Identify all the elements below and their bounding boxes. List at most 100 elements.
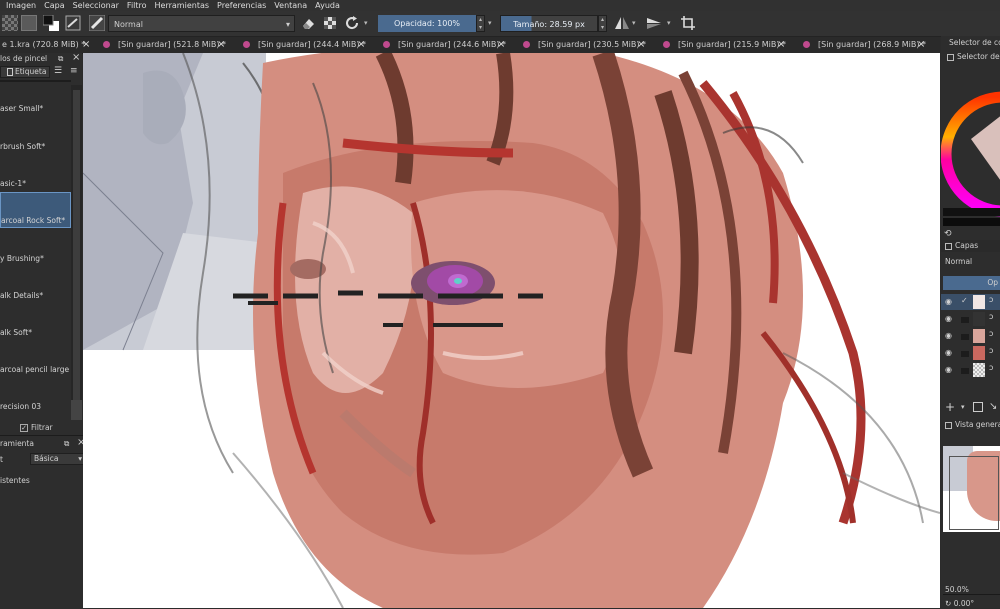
tab-document-1[interactable]: e 1.kra (720.8 MiB) * × bbox=[2, 37, 90, 53]
reset-color-icon[interactable]: ⟲ bbox=[944, 229, 952, 239]
chevron-down-icon[interactable]: ▾ bbox=[961, 403, 965, 411]
menu-ventana[interactable]: Ventana bbox=[274, 1, 307, 10]
mirror-horizontal-icon[interactable] bbox=[614, 15, 630, 31]
zoom-level[interactable]: 50.0% bbox=[945, 585, 969, 594]
brush-preset-item[interactable]: asic-1* bbox=[0, 154, 71, 190]
layer-row[interactable]: ◉ ↄ bbox=[941, 345, 1000, 361]
reload-preset-icon[interactable] bbox=[344, 15, 360, 31]
close-icon[interactable]: × bbox=[637, 37, 645, 53]
eye-icon[interactable]: ◉ bbox=[945, 331, 952, 340]
brush-preset-item[interactable]: y Brushing* bbox=[0, 229, 71, 265]
blend-mode-select[interactable]: Normal ▾ bbox=[108, 15, 295, 32]
menu-preferencias[interactable]: Preferencias bbox=[217, 1, 266, 10]
brush-preset-item[interactable]: alk Soft* bbox=[0, 303, 71, 339]
close-icon[interactable]: × bbox=[217, 37, 225, 53]
brush-preset-icon[interactable] bbox=[88, 14, 106, 32]
tag-icon bbox=[7, 68, 13, 76]
gradient-swatch-icon[interactable] bbox=[21, 15, 37, 31]
size-slider[interactable]: Tamaño: 28.59 px bbox=[500, 15, 598, 32]
menu-icon[interactable]: ≡ bbox=[70, 66, 78, 76]
close-icon[interactable]: × bbox=[82, 37, 90, 53]
add-layer-icon[interactable]: + bbox=[945, 400, 955, 414]
brush-preset-item[interactable]: alk Details* bbox=[0, 266, 71, 302]
size-spinner[interactable]: ▴ ▾ bbox=[598, 15, 607, 32]
tab-document-3[interactable]: [Sin guardar] (244.4 MiB) * × bbox=[243, 37, 366, 53]
layer-blend-mode[interactable]: Normal bbox=[945, 257, 972, 266]
move-layer-icon[interactable]: ↘ bbox=[989, 401, 997, 412]
layer-properties-icon[interactable]: ↄ bbox=[989, 312, 993, 321]
float-docker-icon[interactable]: ⧉ bbox=[64, 438, 69, 450]
eye-icon[interactable]: ◉ bbox=[945, 348, 952, 357]
layer-row[interactable]: ◉ ↄ bbox=[941, 362, 1000, 378]
brush-preset-item[interactable]: rbrush Soft* bbox=[0, 117, 71, 153]
tag-select[interactable]: Etiqueta bbox=[0, 66, 50, 78]
chevron-down-icon[interactable]: ▾ bbox=[488, 19, 492, 27]
brush-preset-item-selected[interactable]: arcoal Rock Soft* bbox=[0, 192, 71, 228]
brush-preset-item[interactable]: aser Small* bbox=[0, 79, 71, 115]
list-view-icon[interactable]: ☰ bbox=[54, 66, 62, 76]
krita-file-icon bbox=[103, 41, 110, 48]
menu-capa[interactable]: Capa bbox=[44, 1, 64, 10]
close-icon[interactable]: × bbox=[777, 37, 785, 53]
scrollbar-thumb[interactable] bbox=[73, 90, 80, 410]
chevron-down-icon[interactable]: ▾ bbox=[632, 19, 636, 27]
overview-viewport[interactable] bbox=[949, 456, 999, 530]
layer-row[interactable]: ◉ ↄ bbox=[941, 328, 1000, 344]
opacity-slider[interactable]: Opacidad: 100% bbox=[378, 15, 476, 32]
chevron-down-icon[interactable]: ▾ bbox=[667, 19, 671, 27]
layer-row-selected[interactable]: ◉ ✓ ↄ bbox=[941, 294, 1000, 310]
brush-preset-item[interactable]: recision 03 bbox=[0, 377, 71, 413]
menu-ayuda[interactable]: Ayuda bbox=[315, 1, 340, 10]
tool-option-select[interactable]: Básica ▾ bbox=[30, 453, 86, 465]
tab-document-4[interactable]: [Sin guardar] (244.6 MiB) * × bbox=[383, 37, 506, 53]
pattern-swatch-icon[interactable] bbox=[2, 15, 18, 31]
tab-document-6[interactable]: [Sin guardar] (215.9 MiB) * × bbox=[663, 37, 786, 53]
tool-option-item[interactable]: istentes bbox=[0, 476, 30, 485]
close-icon[interactable]: × bbox=[917, 37, 925, 53]
tab-document-5[interactable]: [Sin guardar] (230.5 MiB) * × bbox=[523, 37, 646, 53]
layer-row[interactable]: ◉ ↄ bbox=[941, 311, 1000, 327]
menu-seleccionar[interactable]: Seleccionar bbox=[73, 1, 119, 10]
panel-icon bbox=[945, 242, 952, 250]
crop-icon[interactable] bbox=[680, 15, 696, 31]
tool-option-value: Básica bbox=[34, 454, 59, 463]
swap-colors-icon[interactable] bbox=[65, 15, 81, 31]
brush-preset-item[interactable]: arcoal pencil large twi bbox=[0, 340, 83, 376]
close-icon[interactable]: × bbox=[357, 37, 365, 53]
tab-document-2[interactable]: [Sin guardar] (521.8 MiB) * × bbox=[103, 37, 226, 53]
tab-document-7[interactable]: [Sin guardar] (268.9 MiB) * × bbox=[803, 37, 926, 53]
mirror-vertical-icon[interactable] bbox=[646, 15, 662, 31]
layer-properties-icon[interactable]: ↄ bbox=[989, 295, 993, 304]
scrollbar-thumb[interactable] bbox=[71, 400, 82, 420]
layer-thumbnail bbox=[973, 346, 985, 360]
fg-bg-color-icon[interactable] bbox=[42, 14, 59, 31]
color-selector-tab[interactable]: Selector de c bbox=[941, 50, 1000, 63]
menu-filtro[interactable]: Filtro bbox=[127, 1, 147, 10]
color-wheel-area[interactable] bbox=[941, 64, 1000, 227]
layer-properties-icon[interactable]: ↄ bbox=[989, 346, 993, 355]
layer-properties-icon[interactable]: ↄ bbox=[989, 363, 993, 372]
close-icon[interactable]: × bbox=[72, 52, 80, 64]
close-icon[interactable]: × bbox=[497, 37, 505, 53]
rotation-row[interactable]: ↻ 0.00° bbox=[945, 599, 974, 608]
eye-icon[interactable]: ◉ bbox=[945, 297, 952, 306]
menu-imagen[interactable]: Imagen bbox=[6, 1, 36, 10]
opacity-spinner[interactable]: ▴ ▾ bbox=[476, 15, 485, 32]
duplicate-layer-icon[interactable] bbox=[973, 402, 983, 412]
drawing-canvas[interactable] bbox=[83, 53, 940, 608]
alpha-lock-icon[interactable] bbox=[322, 15, 338, 31]
eye-icon[interactable]: ◉ bbox=[945, 314, 952, 323]
filter-tag-checkbox[interactable]: ✓ bbox=[20, 424, 28, 432]
divider bbox=[943, 594, 1000, 595]
color-history-bar[interactable] bbox=[943, 218, 1000, 226]
chevron-down-icon[interactable]: ▾ bbox=[364, 19, 368, 27]
layer-opacity-slider[interactable]: Op bbox=[943, 276, 1000, 290]
eraser-icon[interactable] bbox=[300, 15, 316, 31]
menu-herramientas[interactable]: Herramientas bbox=[155, 1, 210, 10]
color-history-bar[interactable] bbox=[943, 208, 1000, 216]
eye-icon[interactable]: ◉ bbox=[945, 365, 952, 374]
layer-properties-icon[interactable]: ↄ bbox=[989, 329, 993, 338]
float-docker-icon[interactable]: ⧉ bbox=[58, 53, 63, 65]
overview-thumbnail[interactable] bbox=[943, 446, 1000, 532]
color-wheel[interactable] bbox=[941, 64, 1000, 227]
